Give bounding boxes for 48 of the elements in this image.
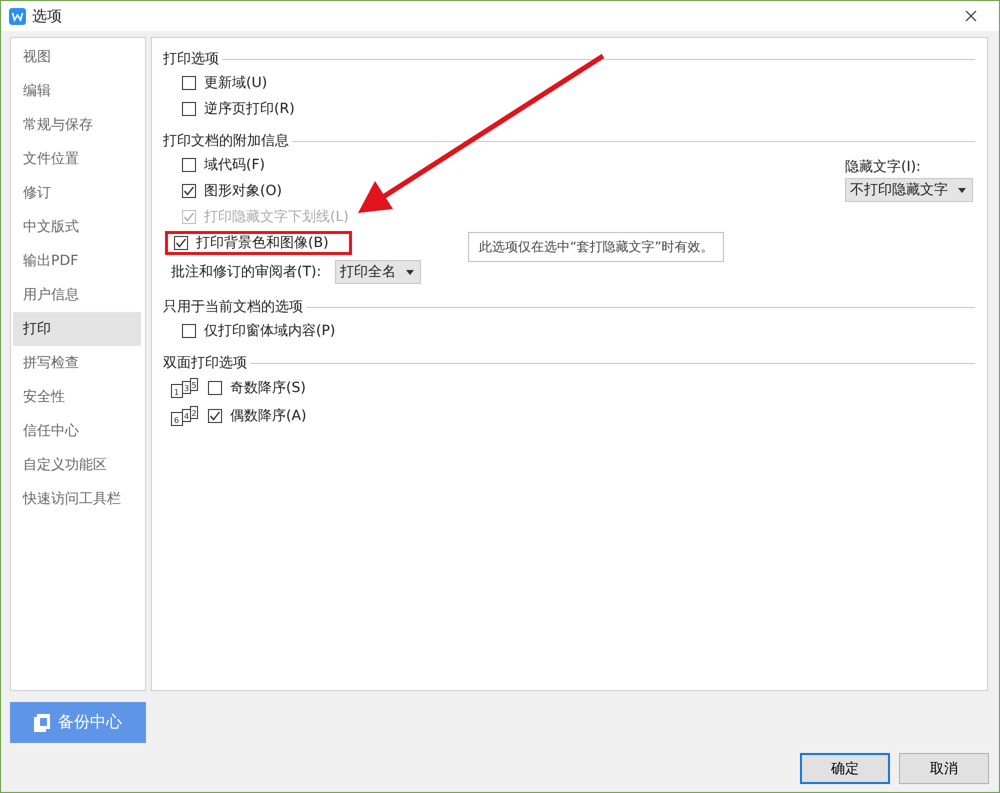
caret-icon [406, 270, 414, 274]
sidebar-item[interactable]: 打印 [13, 312, 141, 346]
close-icon[interactable] [965, 10, 977, 22]
sidebar-item[interactable]: 中文版式 [13, 210, 141, 244]
checkbox[interactable] [182, 102, 196, 116]
sidebar-item[interactable]: 常规与保存 [13, 108, 141, 142]
checkbox-option[interactable]: 更新域(U) [173, 71, 290, 95]
sidebar-item[interactable]: 视图 [13, 40, 141, 74]
backup-center-button[interactable]: 备份中心 [10, 702, 146, 743]
hidden-text-label: 隐藏文字(I): [845, 158, 922, 176]
checkbox-option[interactable]: 逆序页打印(R) [173, 97, 318, 121]
section-heading: 打印文档的附加信息 [163, 132, 289, 150]
section-heading: 双面打印选项 [163, 354, 247, 372]
backup-icon [34, 714, 50, 732]
caret-icon [958, 188, 966, 192]
section-heading: 只用于当前文档的选项 [163, 298, 303, 316]
dialog-button[interactable]: 确定 [800, 753, 890, 784]
sidebar-item[interactable]: 文件位置 [13, 142, 141, 176]
reviewer-dropdown[interactable]: 打印全名 [335, 260, 422, 284]
window-title: 选项 [32, 6, 63, 26]
checkbox-option[interactable]: 图形对象(O) [173, 179, 305, 203]
sidebar-item[interactable]: 修订 [13, 176, 141, 210]
checkbox-option[interactable]: 打印背景色和图像(B) [165, 231, 352, 255]
sidebar-item[interactable]: 自定义功能区 [13, 448, 141, 482]
checkbox-option[interactable]: 仅打印窗体域内容(P) [173, 319, 358, 343]
checkbox-option[interactable]: 奇数降序(S) [205, 376, 329, 400]
hidden-text-dropdown[interactable]: 不打印隐藏文字 [845, 178, 973, 202]
app-logo-icon [9, 8, 26, 24]
sidebar-item[interactable]: 快速访问工具栏 [13, 482, 141, 516]
sidebar-item[interactable]: 编辑 [13, 74, 141, 108]
sidebar-item[interactable]: 安全性 [13, 380, 141, 414]
sidebar-item[interactable]: 用户信息 [13, 278, 141, 312]
checkbox-option[interactable]: 偶数降序(A) [205, 404, 330, 428]
checkbox[interactable] [182, 324, 196, 338]
dialog-button[interactable]: 取消 [899, 753, 989, 784]
checkbox[interactable] [208, 381, 222, 395]
sidebar-item[interactable]: 拼写检查 [13, 346, 141, 380]
checkbox[interactable] [174, 236, 188, 250]
checkbox[interactable] [182, 76, 196, 90]
section-heading: 打印选项 [163, 50, 219, 68]
checkbox-option[interactable]: 域代码(F) [173, 153, 288, 177]
checkbox[interactable] [208, 409, 222, 423]
checkbox[interactable] [182, 184, 196, 198]
sidebar-item[interactable]: 输出PDF [13, 244, 141, 278]
sidebar-item[interactable]: 信任中心 [13, 414, 141, 448]
reviewer-label: 批注和修订的审阅者(T): [171, 263, 322, 281]
checkbox[interactable] [182, 158, 196, 172]
info-note: 此选项仅在选中“套打隐藏文字”时有效。 [468, 232, 724, 262]
